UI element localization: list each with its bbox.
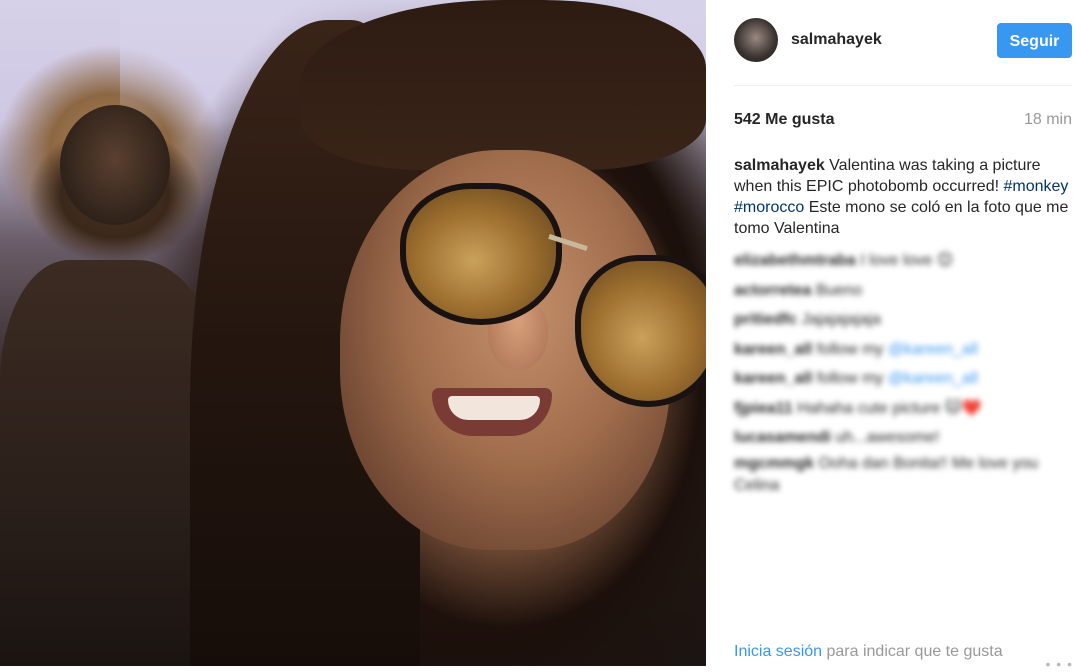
comment-user[interactable]: actorretea bbox=[734, 282, 811, 299]
comment-user[interactable]: pritiedfc bbox=[734, 311, 797, 328]
comment: lucasamendi uh...awesome! bbox=[734, 423, 1074, 453]
comment-text: Bueno bbox=[811, 281, 863, 299]
more-options-icon[interactable]: • • • bbox=[1046, 656, 1073, 672]
post-photo[interactable] bbox=[0, 0, 706, 666]
post-header: salmahayek Seguir bbox=[706, 0, 1081, 84]
comment-text: Jajajajajaja bbox=[797, 311, 881, 328]
login-text: para indicar que te gusta bbox=[822, 643, 1003, 660]
post-side-panel: salmahayek Seguir 542 Me gusta 18 min sa… bbox=[706, 0, 1081, 672]
follow-button[interactable]: Seguir bbox=[997, 23, 1072, 58]
caption-author[interactable]: salmahayek bbox=[734, 157, 825, 174]
comment-text: follow my bbox=[812, 370, 888, 387]
likes-count[interactable]: 542 Me gusta bbox=[734, 111, 834, 129]
comment: kareen_all follow my @kareen_all bbox=[734, 364, 1074, 394]
comment-mention[interactable]: @kareen_all bbox=[888, 341, 978, 358]
comment: fjpiea11 Hahaha cute picture 🐱❤️ bbox=[734, 394, 1074, 424]
avatar[interactable] bbox=[734, 18, 778, 62]
comment-text: Hahaha cute picture 🐱❤️ bbox=[792, 399, 982, 417]
hashtag-morocco[interactable]: #morocco bbox=[734, 199, 804, 216]
comment: mgcmmgk Ooha dan Bonita!! Me love you Ce… bbox=[734, 453, 1074, 497]
comment-user[interactable]: elizabethmtraba bbox=[734, 252, 856, 269]
comment: kareen_all follow my @kareen_all bbox=[734, 335, 1074, 365]
comment: pritiedfc Jajajajajaja bbox=[734, 305, 1074, 335]
sunglasses-left-lens bbox=[400, 183, 562, 325]
teeth bbox=[448, 396, 540, 420]
comment: elizabethmtraba I love love 😊 bbox=[734, 246, 1074, 276]
login-link[interactable]: Inicia sesión bbox=[734, 643, 822, 660]
comment-user[interactable]: kareen_all bbox=[734, 341, 812, 358]
comment-mention[interactable]: @kareen_all bbox=[888, 370, 978, 387]
comment-user[interactable]: mgcmmgk bbox=[734, 455, 814, 472]
comments-list: elizabethmtraba I love love 😊 actorretea… bbox=[734, 246, 1074, 497]
username-link[interactable]: salmahayek bbox=[791, 31, 882, 49]
caption: salmahayek Valentina was taking a pictur… bbox=[734, 155, 1072, 239]
comment-user[interactable]: kareen_all bbox=[734, 370, 812, 387]
post-time[interactable]: 18 min bbox=[1024, 111, 1072, 129]
hair-top bbox=[300, 0, 706, 170]
comment-text: uh...awesome! bbox=[830, 429, 940, 446]
hashtag-monkey[interactable]: #monkey bbox=[1003, 178, 1068, 195]
comment-user[interactable]: lucasamendi bbox=[734, 429, 831, 446]
comment: actorretea Bueno bbox=[734, 276, 1074, 306]
comment-user[interactable]: fjpiea11 bbox=[734, 400, 793, 417]
login-prompt: Inicia sesión para indicar que te gusta bbox=[734, 643, 1072, 661]
divider bbox=[734, 85, 1072, 86]
comment-text: I love love 😊 bbox=[855, 252, 954, 269]
comment-text: follow my bbox=[812, 340, 888, 358]
monkey-face bbox=[60, 105, 170, 225]
